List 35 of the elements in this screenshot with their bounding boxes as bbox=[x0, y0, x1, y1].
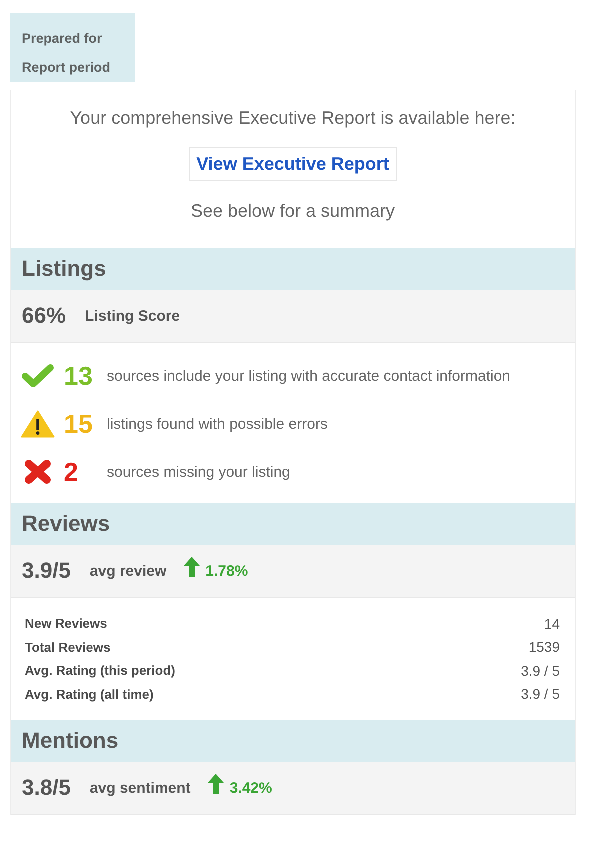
trend-value: 3.42% bbox=[230, 780, 272, 796]
stat-value: 3.9 / 5 bbox=[521, 662, 560, 679]
trend-value: 1.78% bbox=[206, 562, 248, 580]
up-arrow-icon bbox=[184, 557, 200, 577]
stat-label: New Reviews bbox=[25, 616, 108, 632]
stat-value: 14 bbox=[544, 616, 560, 632]
summary-note: See below for a summary bbox=[190, 200, 396, 222]
item-count: 13 bbox=[64, 360, 94, 392]
stat-value: 1539 bbox=[528, 639, 560, 656]
item-count: 2 bbox=[64, 456, 80, 488]
score-label: avg review bbox=[90, 562, 167, 580]
score-label: Listing Score bbox=[85, 308, 180, 324]
score-label: avg sentiment bbox=[90, 780, 191, 796]
warning-icon bbox=[21, 410, 55, 438]
section-title: Listings bbox=[22, 256, 106, 282]
cross-icon bbox=[24, 459, 52, 485]
score-value: 66% bbox=[22, 303, 66, 329]
section-title: Mentions bbox=[22, 728, 119, 754]
score-value: 3.8/5 bbox=[22, 775, 71, 801]
view-report-button[interactable]: View Executive Report bbox=[188, 147, 398, 181]
score-value: 3.9/5 bbox=[22, 558, 71, 584]
intro-text: Your comprehensive Executive Report is available here: bbox=[70, 107, 516, 129]
up-arrow-icon bbox=[208, 774, 224, 794]
section-title: Reviews bbox=[22, 511, 110, 537]
info-label: Report period bbox=[22, 59, 112, 77]
item-description: listings found with possible errors bbox=[107, 416, 328, 432]
stat-label: Avg. Rating (this period) bbox=[25, 663, 176, 678]
item-description: sources include your listing with accurate contact information bbox=[107, 368, 511, 384]
item-count: 15 bbox=[64, 408, 94, 440]
stat-value: 3.9 / 5 bbox=[521, 686, 560, 702]
item-description: sources missing your listing bbox=[107, 464, 290, 480]
info-label: Prepared for bbox=[22, 30, 104, 48]
stat-label: Total Reviews bbox=[25, 640, 111, 655]
checkmark-icon bbox=[21, 363, 55, 389]
stat-label: Avg. Rating (all time) bbox=[25, 686, 154, 702]
